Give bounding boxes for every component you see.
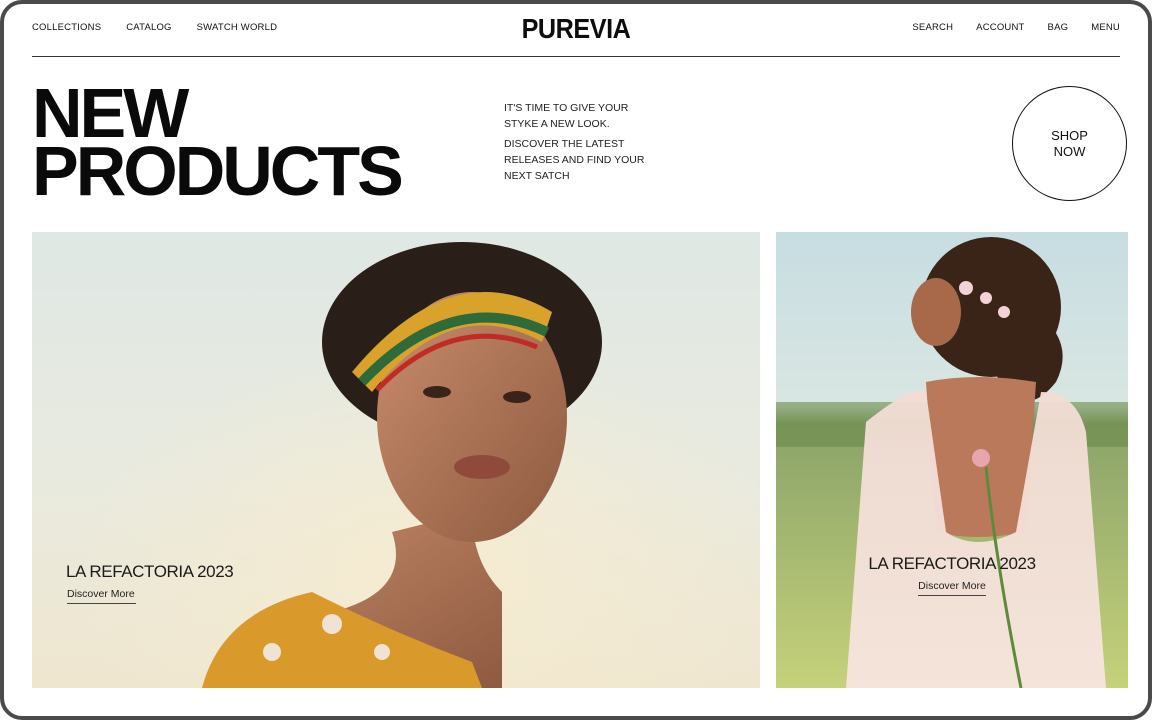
product-card-side[interactable]: LA REFACTORIA 2023 Discover More [776,232,1128,688]
card-main-discover-link[interactable]: Discover More [67,588,136,604]
app-frame: COLLECTIONS CATALOG SWATCH WORLD PUREVIA… [0,0,1152,720]
top-navigation: COLLECTIONS CATALOG SWATCH WORLD PUREVIA… [32,4,1120,57]
nav-link-swatch-world[interactable]: SWATCH WORLD [197,22,278,33]
product-card-main[interactable]: LA REFACTORIA 2023 Discover More [32,232,760,688]
nav-link-account[interactable]: ACCOUNT [976,22,1024,33]
nav-link-search[interactable]: SEARCH [912,22,953,33]
nav-link-catalog[interactable]: CATALOG [126,22,171,33]
nav-link-bag[interactable]: BAG [1048,22,1069,33]
product-image-side [776,232,1128,688]
card-side-title: LA REFACTORIA 2023 [868,554,1036,573]
card-main-caption: LA REFACTORIA 2023 Discover More [66,562,234,604]
product-image-main [32,232,760,688]
card-side-caption: LA REFACTORIA 2023 Discover More [776,554,1128,596]
nav-right-group: SEARCH ACCOUNT BAG MENU [889,22,1120,33]
card-main-title: LA REFACTORIA 2023 [66,562,234,581]
shop-now-label: SHOP NOW [1051,127,1088,159]
nav-link-menu[interactable]: MENU [1091,22,1120,33]
card-side-discover-link[interactable]: Discover More [918,580,986,596]
hero-title: NEW PRODUCTS [32,78,404,210]
nav-link-collections[interactable]: COLLECTIONS [32,22,101,33]
hero-title-line-2: PRODUCTS [32,132,404,210]
brand-logo[interactable]: PUREVIA [522,13,631,45]
nav-divider [32,56,1120,57]
hero-description: IT'S TIME TO GIVE YOUR STYKE A NEW LOOK.… [504,100,654,184]
nav-left-group: COLLECTIONS CATALOG SWATCH WORLD [32,22,302,33]
shop-now-button[interactable]: SHOP NOW [1012,86,1127,201]
hero-copy-paragraph-2: DISCOVER THE LATEST RELEASES AND FIND YO… [504,138,645,182]
hero-copy-paragraph-1: IT'S TIME TO GIVE YOUR STYKE A NEW LOOK. [504,102,629,130]
